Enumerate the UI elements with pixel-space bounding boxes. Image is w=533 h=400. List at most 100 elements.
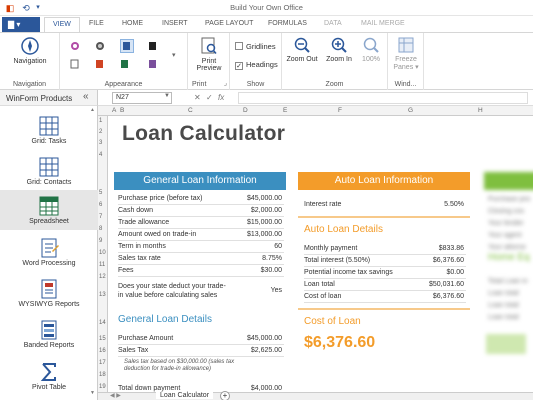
row-header[interactable]: 7 [99, 214, 102, 220]
headings-checkbox[interactable]: ✓ Headings [235, 60, 278, 70]
row-header[interactable]: 19 [99, 384, 106, 390]
tab-file[interactable]: FILE [89, 20, 104, 27]
auto-row[interactable]: Loan total $50,031.60 [304, 280, 466, 291]
row-header[interactable]: 16 [99, 348, 106, 354]
column-header[interactable]: H [478, 107, 483, 114]
office-theme-orange-icon[interactable] [95, 59, 105, 69]
details-row[interactable]: Sales Tax $2,625.00 [118, 346, 284, 357]
nav-item-spreadsheet[interactable]: Spreadsheet [0, 190, 98, 230]
gridlines-checkbox[interactable]: Gridlines [235, 42, 276, 51]
column-header[interactable]: B [120, 107, 124, 114]
sheet-tab-loan-calculator[interactable]: Loan Calculator [156, 392, 214, 399]
row-label: Purchase price (before tax) [118, 195, 203, 202]
row-header[interactable]: 14 [99, 320, 106, 326]
nav-scrollbar[interactable]: ▲ ▼ [90, 106, 98, 400]
auto-row[interactable]: Cost of loan $6,376.60 [304, 292, 466, 303]
deduct-row[interactable]: Does your state deduct your trade- in va… [118, 282, 284, 300]
tab-page-layout[interactable]: PAGE LAYOUT [205, 20, 253, 27]
tab-view[interactable]: VIEW [44, 17, 80, 33]
row-header[interactable]: 1 [99, 118, 102, 124]
group-show: Gridlines ✓ Headings Show [230, 33, 282, 90]
name-box[interactable]: N27 [112, 92, 172, 104]
row-header[interactable]: 3 [99, 140, 102, 146]
general-row[interactable]: Purchase price (before tax) $45,000.00 [118, 194, 284, 205]
print-preview-button[interactable]: Print Preview [192, 37, 226, 72]
tab-mail-merge[interactable]: MAIL MERGE [361, 20, 405, 27]
column-header[interactable]: A [112, 107, 116, 114]
theme-dark-icon[interactable] [95, 41, 105, 51]
zoom-in-button[interactable]: Zoom In [322, 37, 356, 63]
sheet-nav-arrows-icon[interactable]: ◀ ▶ [110, 392, 121, 399]
auto-row[interactable]: Total interest (5.50%) $6,376.60 [304, 256, 466, 267]
collapse-panel-icon[interactable]: « [83, 91, 89, 102]
tab-formulas[interactable]: FORMULAS [268, 20, 307, 27]
interest-row[interactable]: Interest rate 5.50% [304, 200, 466, 211]
office-theme-purple-icon[interactable] [148, 59, 158, 69]
gallery-more-icon[interactable]: ▾ [172, 51, 182, 61]
nav-item-grid-tasks[interactable]: Grid: Tasks [0, 112, 98, 150]
zoom-out-button[interactable]: Zoom Out [284, 37, 320, 63]
general-row[interactable]: Term in months 60 [118, 242, 284, 253]
row-header[interactable]: 13 [99, 292, 106, 298]
name-box-dropdown-icon[interactable]: ▼ [164, 93, 170, 99]
office-theme-green-icon[interactable] [120, 59, 130, 69]
row-header[interactable]: 2 [99, 129, 102, 135]
row-header[interactable]: 17 [99, 360, 106, 366]
column-header[interactable]: G [408, 107, 413, 114]
auto-row[interactable]: Monthly payment $833.86 [304, 244, 466, 255]
application-menu-button[interactable]: ▇ ▾ [2, 17, 40, 32]
row-header[interactable]: 12 [99, 274, 106, 280]
general-row[interactable]: Cash down $2,000.00 [118, 206, 284, 217]
row-header[interactable]: 9 [99, 238, 102, 244]
nav-item-label: Banded Reports [23, 342, 75, 349]
nav-item-grid-contacts[interactable]: Grid: Contacts [0, 153, 98, 191]
total-down-row[interactable]: Total down payment $4,000.00 [118, 384, 284, 392]
blurred-row: Loan total [488, 290, 519, 297]
tab-insert[interactable]: INSERT [162, 20, 188, 27]
enter-icon[interactable]: ✓ [206, 93, 213, 102]
tab-home[interactable]: HOME [122, 20, 143, 27]
zoom-in-icon [331, 37, 347, 53]
row-header[interactable]: 15 [99, 336, 106, 342]
function-icon[interactable]: fx [218, 93, 224, 102]
scroll-up-icon[interactable]: ▲ [90, 107, 95, 113]
details-row[interactable]: Purchase Amount $45,000.00 [118, 334, 284, 345]
column-header[interactable]: C [188, 107, 193, 114]
nav-item-word-processing[interactable]: Word Processing [0, 234, 98, 272]
general-row[interactable]: Trade allowance $15,000.00 [118, 218, 284, 229]
row-header[interactable]: 5 [99, 190, 102, 196]
column-header[interactable]: D [243, 107, 248, 114]
nav-item-pivot-table[interactable]: Pivot Table [0, 358, 98, 396]
general-row[interactable]: Amount owed on trade-in $13,000.00 [118, 230, 284, 241]
row-header[interactable]: 11 [99, 262, 105, 268]
office-theme-black-icon[interactable] [148, 41, 158, 51]
checkmark-icon: ✓ [235, 62, 243, 70]
formula-input[interactable] [238, 92, 528, 104]
column-header[interactable]: F [338, 107, 342, 114]
freeze-panes-button[interactable]: Freeze Panes ▾ [390, 37, 422, 71]
office-theme-white-icon[interactable] [70, 59, 80, 69]
row-header[interactable]: 18 [99, 372, 106, 378]
nav-item-wysiwyg-reports[interactable]: WYSIWYG Reports [0, 275, 98, 313]
row-header[interactable]: 10 [99, 250, 106, 256]
column-header[interactable]: E [283, 107, 287, 114]
nav-item-banded-reports[interactable]: Banded Reports [0, 316, 98, 354]
general-row[interactable]: Fees $30.00 [118, 266, 284, 277]
row-header[interactable]: 8 [99, 226, 102, 232]
blurred-row: Loan total [488, 314, 519, 321]
office-theme-blue-icon[interactable] [120, 39, 134, 53]
formula-bar: N27 ▼ ✕ ✓ fx [98, 90, 533, 106]
add-sheet-icon[interactable]: + [220, 391, 230, 400]
tab-data[interactable]: DATA [324, 20, 342, 27]
row-header[interactable]: 6 [99, 202, 102, 208]
navigation-button[interactable]: Navigation [10, 37, 50, 65]
cancel-icon[interactable]: ✕ [194, 93, 201, 102]
auto-row[interactable]: Potential income tax savings $0.00 [304, 268, 466, 279]
scroll-down-icon[interactable]: ▼ [90, 390, 95, 396]
general-row[interactable]: Sales tax rate 8.75% [118, 254, 284, 265]
theme-color-icon[interactable] [70, 41, 80, 51]
print-dialog-launcher-icon[interactable]: ⌟ [224, 79, 227, 87]
zoom-100-button[interactable]: 100% [358, 37, 384, 63]
spreadsheet-grid[interactable]: A B C D E F G H 1 2 3 4 5 6 7 8 9 10 11 … [98, 106, 533, 392]
row-header[interactable]: 4 [99, 152, 102, 158]
